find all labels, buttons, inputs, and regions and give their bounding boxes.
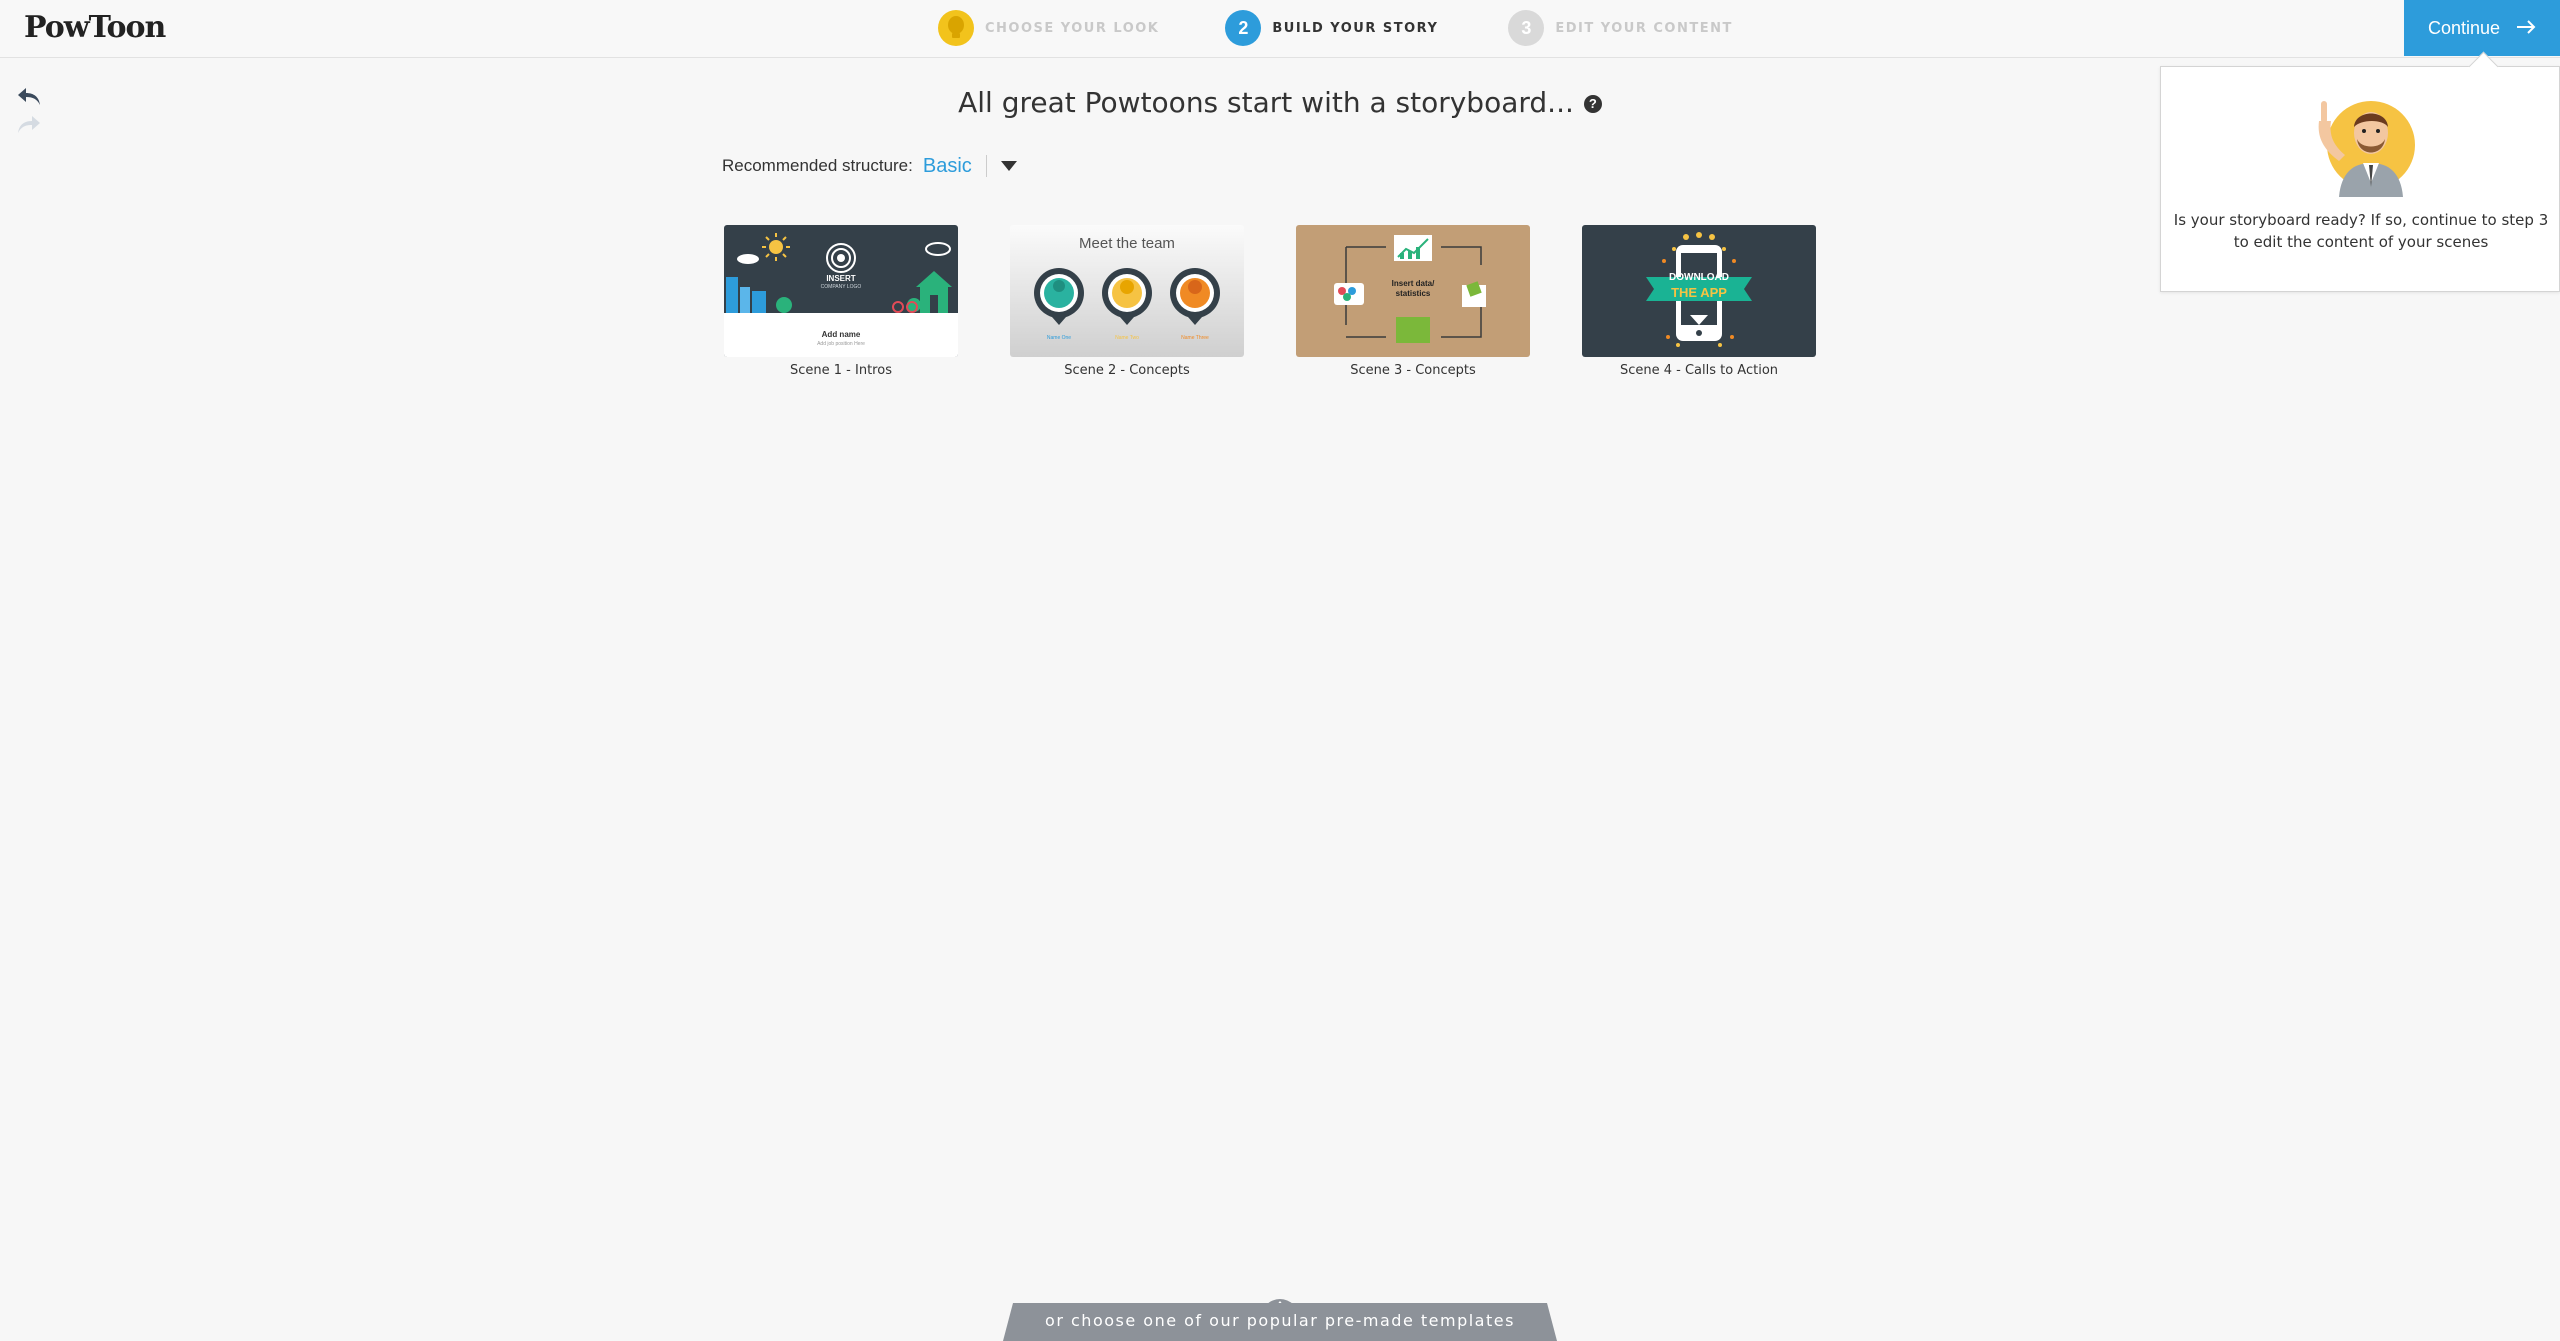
- step-1-bulb-icon: [938, 10, 974, 46]
- scene-2-name-1: Name One: [1046, 335, 1072, 341]
- step-build-story[interactable]: 2 BUILD YOUR STORY: [1225, 10, 1438, 46]
- structure-divider: [985, 155, 987, 177]
- templates-tab[interactable]: or choose one of our popular pre-made te…: [1003, 1303, 1557, 1341]
- step-2-label: BUILD YOUR STORY: [1272, 20, 1439, 36]
- top-bar: PowToon CHOOSE YOUR LOOK 2 BUILD YOUR ST…: [0, 0, 2560, 58]
- scene-list: INSERT COMPANY LOGO Add name Add job pos…: [724, 225, 1868, 378]
- help-icon[interactable]: ?: [1583, 95, 1602, 113]
- businessman-avatar-icon: [2309, 87, 2419, 197]
- continue-label: Continue: [2427, 17, 2501, 38]
- powtoon-logo[interactable]: PowToon: [24, 10, 166, 46]
- structure-selector[interactable]: Recommended structure: Basic: [722, 152, 1017, 180]
- step-3-label: EDIT YOUR CONTENT: [1555, 20, 1733, 36]
- scene-1-subtitle: Add job position Here: [817, 341, 865, 347]
- scene-1-logo-line1: INSERT: [826, 274, 856, 283]
- logo-text: PowToon: [24, 10, 166, 45]
- step-1-label: CHOOSE YOUR LOOK: [985, 20, 1160, 36]
- step-choose-look[interactable]: CHOOSE YOUR LOOK: [938, 10, 1159, 46]
- tooltip-message: Is your storyboard ready? If so, continu…: [2173, 211, 2549, 251]
- scene-1-logo-line2: COMPANY LOGO: [820, 284, 862, 290]
- structure-label: Recommended structure:: [722, 156, 913, 175]
- scene-2-name-3: Name Three: [1181, 335, 1209, 341]
- scene-1-name: Add name: [821, 330, 861, 339]
- step-edit-content[interactable]: 3 EDIT YOUR CONTENT: [1508, 10, 1732, 46]
- scene-2-name-2: Name Two: [1115, 335, 1139, 341]
- step-2-number: 2: [1225, 10, 1262, 46]
- scene-3-thumbnail[interactable]: Insert data/ statistics: [1296, 225, 1530, 357]
- scene-4-label: Scene 4 - Calls to Action: [1619, 363, 1779, 378]
- scene-2-thumbnail[interactable]: Meet the team Name One Name Two Name Thr…: [1010, 225, 1244, 357]
- dropdown-caret-icon[interactable]: [1000, 161, 1017, 171]
- scene-1-label: Scene 1 - Intros: [790, 363, 892, 378]
- scene-card-4[interactable]: DOWNLOAD THE APP Scene 4 - Calls to Acti…: [1582, 225, 1816, 378]
- scene-1-thumbnail[interactable]: INSERT COMPANY LOGO Add name Add job pos…: [724, 225, 958, 357]
- scene-4-line2: THE APP: [1671, 285, 1727, 300]
- continue-button[interactable]: Continue: [2404, 0, 2560, 56]
- structure-value[interactable]: Basic: [923, 155, 972, 178]
- scene-4-thumbnail[interactable]: DOWNLOAD THE APP: [1582, 225, 1816, 357]
- scene-card-1[interactable]: INSERT COMPANY LOGO Add name Add job pos…: [724, 225, 958, 378]
- scene-3-label: Scene 3 - Concepts: [1350, 363, 1476, 378]
- wizard-steps: CHOOSE YOUR LOOK 2 BUILD YOUR STORY 3 ED…: [938, 10, 1733, 46]
- storyboard-ready-tooltip: Is your storyboard ready? If so, continu…: [2160, 66, 2560, 292]
- scene-2-label: Scene 2 - Concepts: [1064, 363, 1190, 378]
- scene-card-3[interactable]: Insert data/ statistics Scene 3 - Concep…: [1296, 225, 1530, 378]
- step-3-number: 3: [1508, 10, 1545, 46]
- scene-4-line1: DOWNLOAD: [1669, 272, 1729, 283]
- arrow-right-icon: [2516, 17, 2536, 40]
- templates-tab-label: or choose one of our popular pre-made te…: [1045, 1311, 1515, 1330]
- scene-card-2[interactable]: Meet the team Name One Name Two Name Thr…: [1010, 225, 1244, 378]
- page-title: All great Powtoons start with a storyboa…: [958, 86, 1574, 119]
- scene-3-center-text: Insert data/ statistics: [1391, 279, 1435, 298]
